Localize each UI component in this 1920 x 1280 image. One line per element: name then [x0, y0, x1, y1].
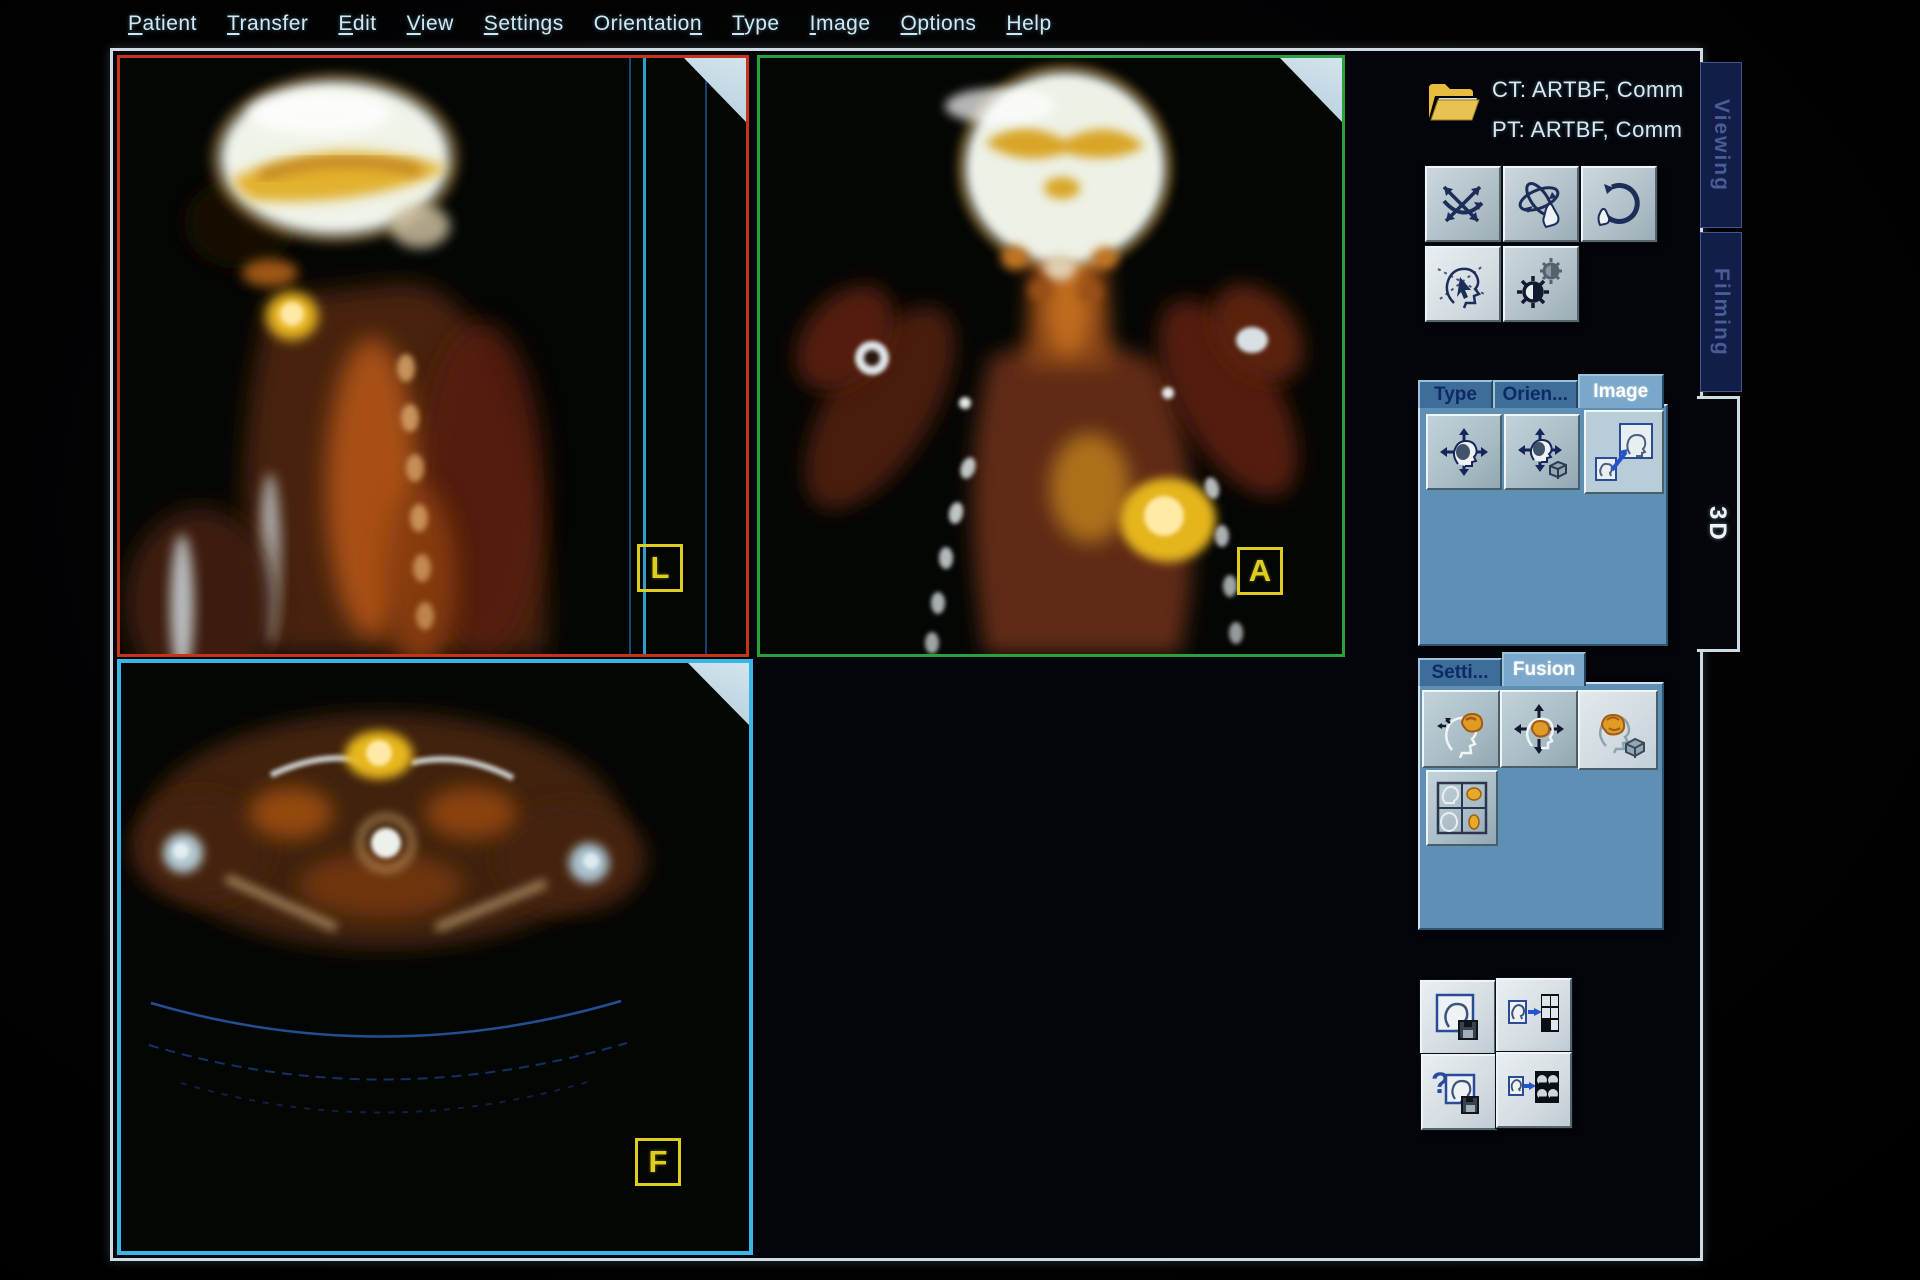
undo-rotate-icon: [1590, 175, 1648, 233]
menu-item-view[interactable]: View: [407, 12, 454, 36]
image-zoom-button[interactable]: [1584, 410, 1664, 494]
fusion-move-button[interactable]: [1500, 690, 1578, 768]
application-screen: Patient Transfer Edit View Settings Orientati…: [0, 0, 1920, 1280]
menu-item-transfer[interactable]: Transfer: [227, 12, 308, 36]
save-view-button[interactable]: [1420, 980, 1496, 1056]
viewport-coronal[interactable]: A: [757, 55, 1345, 657]
film-sheet-icon: [1505, 1061, 1563, 1119]
viewport-axial[interactable]: F: [117, 659, 753, 1255]
head-move-button[interactable]: [1426, 414, 1502, 490]
rotate-free-icon: [1434, 175, 1492, 233]
tab-filming-label: Filming: [1709, 268, 1733, 357]
menu-bar: Patient Transfer Edit View Settings Orientati…: [128, 12, 1052, 36]
fusion-3d-icon: [1588, 700, 1648, 760]
main-window: L: [110, 48, 1703, 1261]
head-move-3d-icon: [1514, 424, 1570, 480]
query-save-button[interactable]: ?: [1421, 1054, 1497, 1130]
display-tab-row: Type Orien... Image: [1418, 374, 1664, 408]
tab-filming[interactable]: Filming: [1700, 232, 1742, 392]
localizer-line-coronal[interactable]: [629, 58, 631, 654]
send-film-button[interactable]: [1496, 978, 1572, 1054]
localizer-line-reference[interactable]: [705, 58, 707, 654]
tab-viewing-label: Viewing: [1709, 99, 1733, 192]
head-move-icon: [1436, 424, 1492, 480]
fusion-panel: [1418, 682, 1664, 930]
orientation-label-left: L: [637, 544, 683, 592]
fusion-tab-row: Setti... Fusion: [1418, 652, 1660, 686]
display-panel: [1418, 404, 1668, 646]
tab-image[interactable]: Image: [1578, 374, 1664, 408]
folder-open-icon[interactable]: [1425, 80, 1481, 124]
head-move-3d-button[interactable]: [1504, 414, 1580, 490]
fusion-3d-button[interactable]: [1578, 690, 1658, 770]
menu-item-edit[interactable]: Edit: [338, 12, 376, 36]
fusion-adjust-button[interactable]: [1422, 690, 1500, 768]
fusion-grid-button[interactable]: [1426, 770, 1498, 846]
image-zoom-icon: [1592, 418, 1656, 486]
menu-item-image[interactable]: Image: [810, 12, 871, 36]
orbit-rotate-button[interactable]: [1503, 166, 1579, 242]
orbit-rotate-icon: [1512, 175, 1570, 233]
tab-settings[interactable]: Setti...: [1418, 658, 1502, 686]
rotate-free-button[interactable]: [1425, 166, 1501, 242]
pt-study-label[interactable]: PT: ARTBF, Comm: [1492, 117, 1682, 143]
head-select-button[interactable]: [1425, 246, 1501, 322]
save-view-icon: [1429, 989, 1487, 1047]
menu-item-type[interactable]: Type: [732, 12, 780, 36]
head-cursor-icon: [1434, 255, 1492, 313]
tab-orientation[interactable]: Orien...: [1493, 380, 1578, 408]
menu-item-help[interactable]: Help: [1006, 12, 1051, 36]
menu-item-options[interactable]: Options: [901, 12, 977, 36]
send-film-icon: [1505, 987, 1563, 1045]
tab-fusion[interactable]: Fusion: [1502, 652, 1586, 686]
brightness-contrast-button[interactable]: [1503, 246, 1579, 322]
menu-item-settings[interactable]: Settings: [484, 12, 564, 36]
ct-study-label[interactable]: CT: ARTBF, Comm: [1492, 77, 1684, 103]
fusion-adjust-icon: [1432, 700, 1490, 758]
menu-item-orientation[interactable]: Orientation: [594, 12, 702, 36]
undo-rotate-button[interactable]: [1581, 166, 1657, 242]
fusion-move-icon: [1510, 700, 1568, 758]
control-panel: CT: ARTBF, Comm PT: ARTBF, Comm: [1350, 51, 1700, 1252]
fusion-grid-icon: [1435, 779, 1489, 837]
menu-item-patient[interactable]: Patient: [128, 12, 197, 36]
query-save-icon: ?: [1430, 1063, 1488, 1121]
tab-viewing[interactable]: Viewing: [1700, 62, 1742, 228]
tab-3d-label: 3D: [1703, 506, 1731, 543]
orientation-label-feet: F: [635, 1138, 681, 1186]
contrast-icon: [1512, 255, 1570, 313]
tab-3d[interactable]: 3D: [1697, 396, 1740, 652]
orientation-label-anterior: A: [1237, 547, 1283, 595]
tab-type[interactable]: Type: [1418, 380, 1493, 408]
viewport-sagittal[interactable]: L: [117, 55, 749, 657]
film-sheet-button[interactable]: [1496, 1052, 1572, 1128]
